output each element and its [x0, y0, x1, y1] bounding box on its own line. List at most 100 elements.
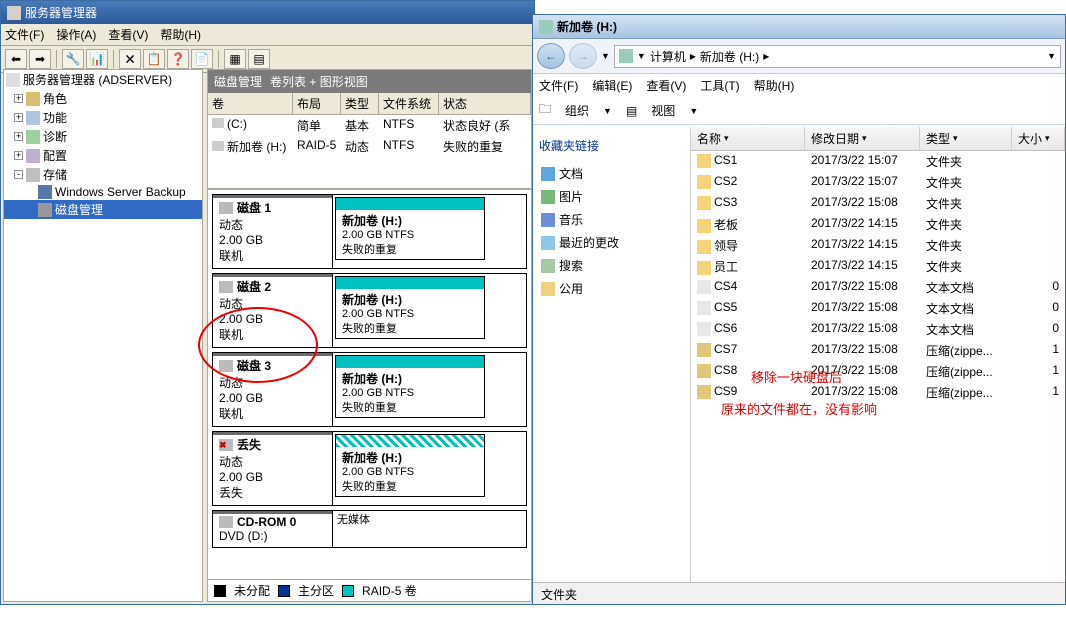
file-icon [697, 301, 711, 315]
file-row[interactable]: 员工2017/3/22 14:15文件夹 [691, 256, 1065, 277]
col-volume[interactable]: 卷 [208, 93, 293, 114]
fav-pics[interactable]: 图片 [537, 185, 686, 208]
explorer-navbar: ← → ▼ ▼ 计算机 ▸ 新加卷 (H:) ▸ ▼ [533, 39, 1065, 74]
disk-block[interactable]: 丢失动态2.00 GB丢失新加卷 (H:)2.00 GB NTFS失败的重复 [212, 431, 527, 506]
file-row[interactable]: CS22017/3/22 15:07文件夹 [691, 172, 1065, 193]
views-button[interactable]: 视图 [651, 102, 675, 119]
disk-block[interactable]: 磁盘 3动态2.00 GB联机新加卷 (H:)2.00 GB NTFS失败的重复 [212, 352, 527, 427]
tree-config[interactable]: +配置 [4, 146, 202, 165]
menu-edit[interactable]: 编辑(E) [592, 77, 632, 94]
toolbar-button[interactable]: ❓ [167, 49, 189, 69]
address-dropdown[interactable]: ▼ [637, 51, 646, 61]
file-row[interactable]: 领导2017/3/22 14:15文件夹 [691, 235, 1065, 256]
disk-icon [38, 203, 52, 217]
address-dropdown[interactable]: ▼ [1047, 51, 1056, 61]
menu-action[interactable]: 操作(A) [56, 26, 96, 43]
col-type[interactable]: 类型 ▾ [920, 127, 1012, 150]
col-status[interactable]: 状态 [439, 93, 531, 114]
disk-icon [219, 439, 233, 451]
toolbar-button[interactable]: 🔧 [62, 49, 84, 69]
file-icon [697, 385, 711, 399]
server-icon [6, 73, 20, 87]
disk-icon [219, 281, 233, 293]
back-button[interactable]: ⬅ [5, 49, 27, 69]
col-dd[interactable]: ▾ [1045, 133, 1050, 144]
fav-music[interactable]: 音乐 [537, 208, 686, 231]
file-row[interactable]: CS82017/3/22 15:08压缩(zippe...1 [691, 361, 1065, 382]
expand-icon[interactable]: + [14, 132, 23, 141]
file-row[interactable]: CS52017/3/22 15:08文本文档0 [691, 298, 1065, 319]
tree-backup[interactable]: Windows Server Backup [4, 184, 202, 200]
menu-view[interactable]: 查看(V) [646, 77, 686, 94]
col-type[interactable]: 类型 [341, 93, 379, 114]
collapse-icon[interactable]: - [14, 170, 23, 179]
toolbar-button[interactable]: 📄 [191, 49, 213, 69]
file-row[interactable]: 老板2017/3/22 14:15文件夹 [691, 214, 1065, 235]
address-bar[interactable]: ▼ 计算机 ▸ 新加卷 (H:) ▸ ▼ [614, 45, 1061, 68]
expand-icon[interactable]: + [14, 113, 23, 122]
tree-features[interactable]: +功能 [4, 108, 202, 127]
breadcrumb-volume[interactable]: 新加卷 (H:) [700, 48, 759, 65]
menu-file[interactable]: 文件(F) [539, 77, 578, 94]
toolbar-button[interactable]: ▤ [248, 49, 270, 69]
legend-primary-swatch [278, 585, 290, 597]
separator [56, 50, 57, 68]
col-name[interactable]: 名称 ▾ [691, 127, 805, 150]
col-dd[interactable]: ▾ [724, 133, 729, 144]
music-icon [541, 213, 555, 227]
expand-icon[interactable]: + [14, 151, 23, 160]
expand-icon[interactable]: + [14, 94, 23, 103]
disk-block[interactable]: 磁盘 2动态2.00 GB联机新加卷 (H:)2.00 GB NTFS失败的重复 [212, 273, 527, 348]
forward-button[interactable]: ➡ [29, 49, 51, 69]
file-row[interactable]: CS62017/3/22 15:08文本文档0 [691, 319, 1065, 340]
menu-file[interactable]: 文件(F) [5, 26, 44, 43]
file-row[interactable]: CS72017/3/22 15:08压缩(zippe...1 [691, 340, 1065, 361]
volume-list-header: 卷 布局 类型 文件系统 状态 [208, 93, 531, 115]
toolbar-button[interactable]: 🗙 [119, 49, 141, 69]
fav-search[interactable]: 搜索 [537, 254, 686, 277]
menu-view[interactable]: 查看(V) [108, 26, 148, 43]
fav-docs[interactable]: 文档 [537, 162, 686, 185]
volume-row[interactable]: (C:)简单基本NTFS状态良好 (系 [208, 115, 531, 136]
tree-roles[interactable]: +角色 [4, 89, 202, 108]
forward-button[interactable]: → [569, 43, 597, 69]
breadcrumb-sep: ▸ [690, 49, 696, 63]
disk-icon [219, 202, 233, 214]
organize-button[interactable]: 组织 [565, 102, 589, 119]
fav-public[interactable]: 公用 [537, 277, 686, 300]
col-fs[interactable]: 文件系统 [379, 93, 439, 114]
col-dd[interactable]: ▾ [862, 133, 867, 144]
menu-help[interactable]: 帮助(H) [160, 26, 201, 43]
organize-dd[interactable]: ▼ [603, 106, 612, 116]
col-dd[interactable]: ▾ [953, 133, 958, 144]
back-button[interactable]: ← [537, 43, 565, 69]
file-icon [697, 196, 711, 210]
file-row[interactable]: CS12017/3/22 15:07文件夹 [691, 151, 1065, 172]
fav-recent[interactable]: 最近的更改 [537, 231, 686, 254]
tree-root[interactable]: 服务器管理器 (ADSERVER) [4, 70, 202, 89]
menu-help[interactable]: 帮助(H) [754, 77, 795, 94]
menu-tools[interactable]: 工具(T) [700, 77, 739, 94]
col-layout[interactable]: 布局 [293, 93, 341, 114]
explorer-titlebar[interactable]: 新加卷 (H:) [533, 15, 1065, 39]
col-size[interactable]: 大小 ▾ [1012, 127, 1065, 150]
server-manager-titlebar[interactable]: 服务器管理器 [1, 1, 534, 24]
breadcrumb-computer[interactable]: 计算机 [650, 48, 686, 65]
tree-storage[interactable]: -存储 [4, 165, 202, 184]
cdrom-block[interactable]: CD-ROM 0DVD (D:)无媒体 [212, 510, 527, 548]
toolbar-button[interactable]: 📊 [86, 49, 108, 69]
views-dd[interactable]: ▼ [689, 106, 698, 116]
file-row[interactable]: CS32017/3/22 15:08文件夹 [691, 193, 1065, 214]
volume-row[interactable]: 新加卷 (H:)RAID-5动态NTFS失败的重复 [208, 136, 531, 157]
tree-diskmgmt[interactable]: 磁盘管理 [4, 200, 202, 219]
col-date[interactable]: 修改日期 ▾ [805, 127, 920, 150]
toolbar-button[interactable]: ▦ [224, 49, 246, 69]
file-row[interactable]: CS42017/3/22 15:08文本文档0 [691, 277, 1065, 298]
file-list-pane: 名称 ▾ 修改日期 ▾ 类型 ▾ 大小 ▾ CS12017/3/22 15:07… [691, 127, 1065, 582]
tree-diag[interactable]: +诊断 [4, 127, 202, 146]
history-dropdown[interactable]: ▼ [601, 51, 610, 61]
public-icon [541, 282, 555, 296]
toolbar-button[interactable]: 📋 [143, 49, 165, 69]
disk-block[interactable]: 磁盘 1动态2.00 GB联机新加卷 (H:)2.00 GB NTFS失败的重复 [212, 194, 527, 269]
legend-unalloc: 未分配 [234, 582, 270, 599]
